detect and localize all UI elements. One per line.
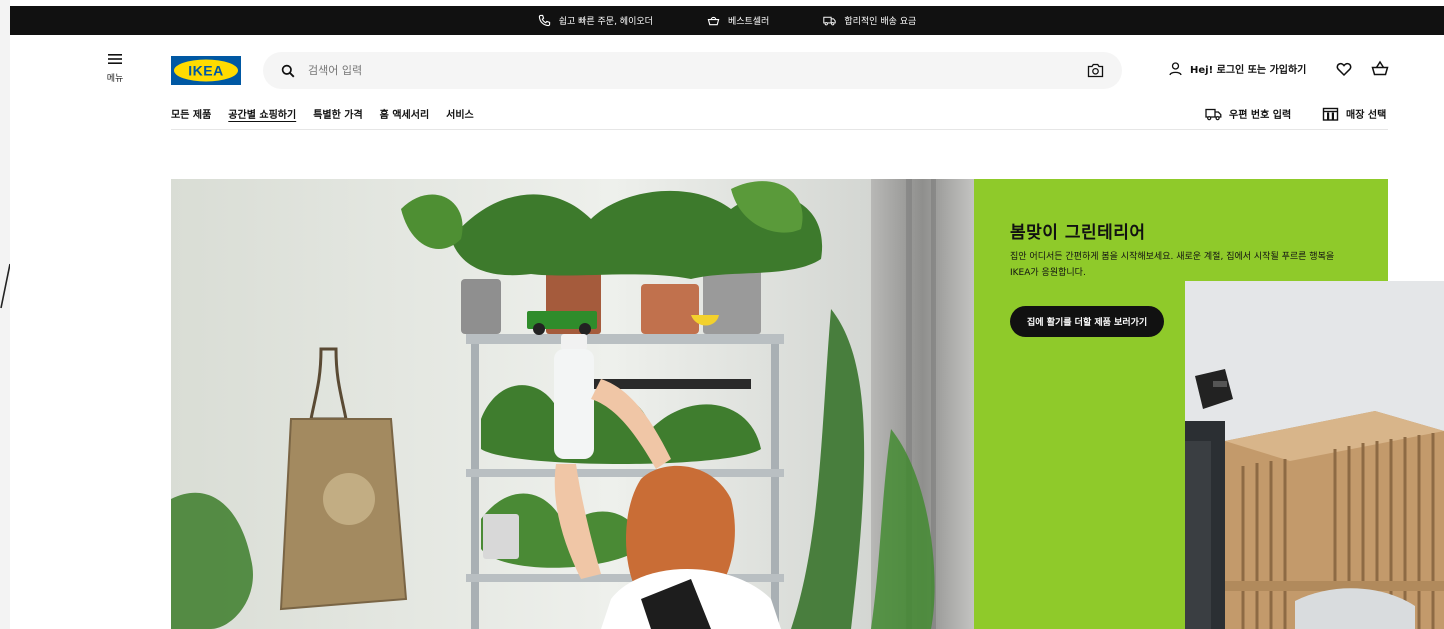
hero-cta-button[interactable]: 집에 활기를 더할 제품 보러가기 xyxy=(1010,306,1165,337)
bag-icon xyxy=(707,16,720,26)
main-nav: 모든 제품 공간별 쇼핑하기 특별한 가격 홈 액세서리 서비스 xyxy=(171,106,491,121)
logo-mark: IKEA xyxy=(171,56,241,85)
promo-label: 쉽고 빠른 주문, 헤이오더 xyxy=(558,17,653,27)
phone-icon xyxy=(538,14,550,27)
heart-icon[interactable] xyxy=(1336,61,1352,77)
secondary-photo xyxy=(1185,281,1444,629)
logo-text: IKEA xyxy=(188,63,223,79)
promo-label: 베스트셀러 xyxy=(727,17,770,27)
account-label: Hej! 로그인 또는 가입하기 xyxy=(1190,65,1307,76)
secondary-image[interactable] xyxy=(1185,281,1444,629)
page: 쉽고 빠른 주문, 헤이오더 베스트셀러 합리적인 배송 요금 메뉴 IKEA … xyxy=(0,0,1444,629)
store-icon xyxy=(1322,107,1339,121)
postal-label: 우편 번호 입력 xyxy=(1229,110,1292,121)
postal-code-button[interactable]: 우편 번호 입력 xyxy=(1205,106,1291,121)
promo-bestseller[interactable]: 베스트셀러 xyxy=(707,14,769,27)
promo-delivery[interactable]: 합리적인 배송 요금 xyxy=(823,14,916,27)
nav-special-prices[interactable]: 특별한 가격 xyxy=(313,106,362,121)
search-bar xyxy=(263,52,1122,89)
menu-label: 메뉴 xyxy=(106,74,124,84)
search-icon[interactable] xyxy=(281,64,295,78)
slash-mark xyxy=(0,263,10,309)
left-edge-strip xyxy=(0,0,10,629)
nav-all-products[interactable]: 모든 제품 xyxy=(171,106,211,121)
login-link[interactable]: Hej! 로그인 또는 가입하기 xyxy=(1168,61,1306,76)
nav-services[interactable]: 서비스 xyxy=(446,106,474,121)
search-input[interactable] xyxy=(308,64,1087,77)
menu-button[interactable]: 메뉴 xyxy=(98,52,132,84)
hero-photo xyxy=(171,179,974,629)
truck-icon xyxy=(1205,108,1222,120)
store-select-button[interactable]: 매장 선택 xyxy=(1322,106,1386,121)
cart-icon[interactable] xyxy=(1371,60,1389,77)
hero-title: 봄맞이 그린테리어 xyxy=(1010,223,1146,243)
nav-shop-by-room[interactable]: 공간별 쇼핑하기 xyxy=(228,106,296,121)
user-icon xyxy=(1169,62,1182,76)
store-label: 매장 선택 xyxy=(1346,110,1387,121)
promo-hey-order[interactable]: 쉽고 빠른 주문, 헤이오더 xyxy=(538,14,653,27)
hero-image[interactable] xyxy=(171,179,974,629)
truck-icon xyxy=(823,16,837,26)
hamburger-icon xyxy=(108,54,122,64)
promo-bar: 쉽고 빠른 주문, 헤이오더 베스트셀러 합리적인 배송 요금 xyxy=(10,6,1444,35)
ikea-logo[interactable]: IKEA xyxy=(171,56,241,85)
hero-description: 집안 어디서든 간편하게 봄을 시작해보세요. 새로운 계절, 집에서 시작될 … xyxy=(1010,252,1335,278)
nav-home-accessories[interactable]: 홈 액세서리 xyxy=(380,106,429,121)
header-divider xyxy=(171,129,1388,130)
camera-icon[interactable] xyxy=(1087,63,1104,78)
promo-label: 합리적인 배송 요금 xyxy=(844,17,917,27)
